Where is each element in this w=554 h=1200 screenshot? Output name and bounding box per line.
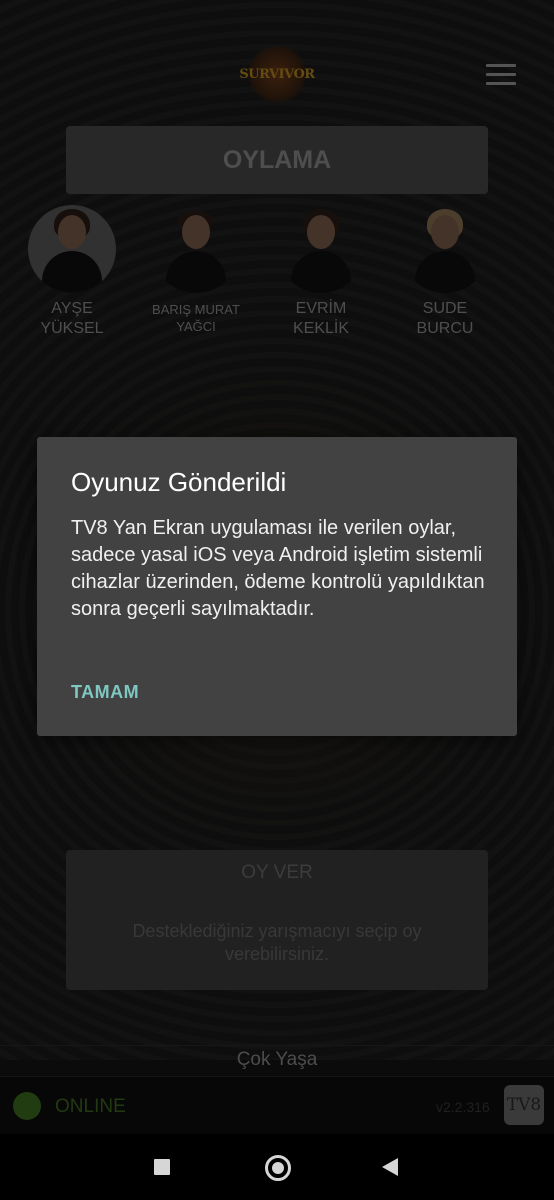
vote-sent-dialog: Oyunuz Gönderildi TV8 Yan Ekran uygulama… <box>37 437 517 736</box>
back-icon[interactable] <box>382 1158 398 1176</box>
android-nav-bar <box>0 1134 554 1200</box>
ok-button[interactable]: TAMAM <box>71 682 139 703</box>
home-icon[interactable] <box>265 1155 291 1181</box>
recent-apps-icon[interactable] <box>154 1159 170 1175</box>
dialog-message: TV8 Yan Ekran uygulaması ile verilen oyl… <box>71 517 485 620</box>
dialog-title: Oyunuz Gönderildi <box>71 467 287 497</box>
